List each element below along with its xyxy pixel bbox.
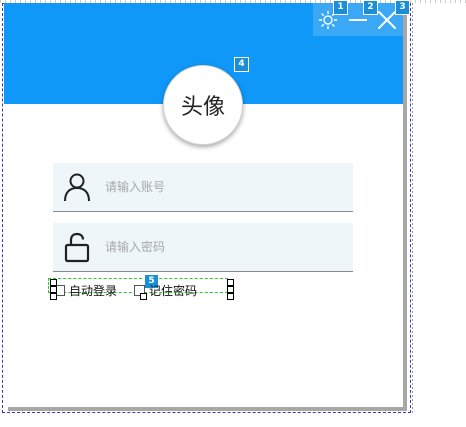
remember-password-label: 记住密码: [149, 284, 198, 298]
resize-handle[interactable]: [50, 286, 57, 293]
resize-handle[interactable]: [227, 293, 234, 300]
resize-handle[interactable]: [50, 293, 57, 300]
login-window: 头像: [4, 3, 403, 407]
annotation-badge-4: 4: [234, 57, 249, 72]
password-input[interactable]: [105, 223, 345, 271]
account-field[interactable]: [53, 163, 353, 212]
password-field[interactable]: [53, 223, 353, 272]
resize-handle[interactable]: [140, 293, 147, 300]
avatar-button[interactable]: 头像: [163, 65, 243, 145]
user-icon: [61, 171, 93, 203]
resize-handle[interactable]: [227, 279, 234, 286]
resize-handle[interactable]: [227, 286, 234, 293]
account-input[interactable]: [105, 163, 345, 211]
avatar-label: 头像: [180, 95, 225, 120]
lock-icon: [61, 231, 93, 263]
annotation-badge-3: 3: [395, 0, 410, 15]
window-controls: [313, 3, 403, 36]
designer-guide-line: [412, 3, 413, 413]
auto-login-label: 自动登录: [69, 284, 118, 298]
resize-handle[interactable]: [50, 279, 57, 286]
annotation-badge-2: 2: [363, 0, 378, 15]
annotation-badge-1: 1: [333, 0, 348, 15]
auto-login-checkbox[interactable]: 自动登录: [54, 282, 117, 299]
